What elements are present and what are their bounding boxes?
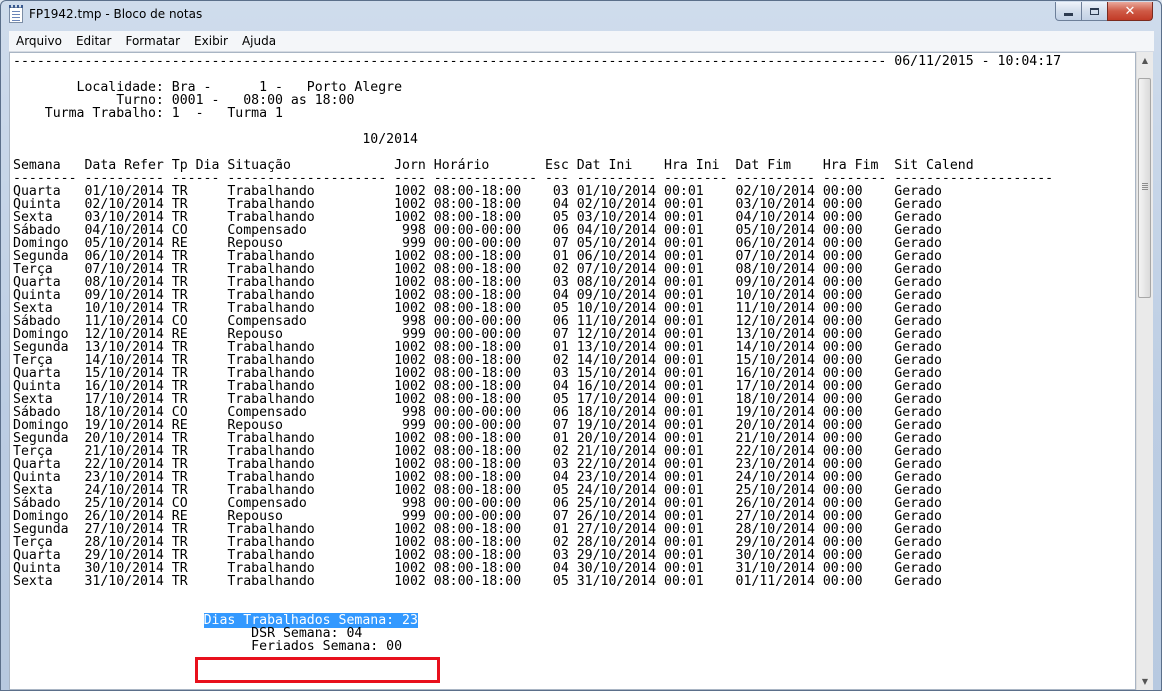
document-text[interactable]: ----------------------------------------…: [13, 55, 1061, 653]
window-title: FP1942.tmp - Bloco de notas: [29, 7, 203, 21]
menu-ajuda[interactable]: Ajuda: [235, 34, 283, 48]
maximize-button[interactable]: [1081, 2, 1108, 21]
scroll-down-arrow-icon[interactable]: ▼: [1137, 673, 1153, 690]
turma-line: Turma Trabalho: 1 - Turma 1: [13, 106, 283, 121]
table-row: Sexta 31/10/2014 TR Trabalhando 1002 08:…: [13, 574, 942, 589]
header-rule: ----------------------------------------…: [13, 54, 1062, 69]
calendar-rows: Quarta 01/10/2014 TR Trabalhando 1002 08…: [13, 185, 1061, 588]
menu-exibir[interactable]: Exibir: [187, 34, 235, 48]
title-bar[interactable]: FP1942.tmp - Bloco de notas ✕: [1, 1, 1161, 29]
text-editor-area[interactable]: ----------------------------------------…: [9, 52, 1136, 690]
minimize-icon: [1064, 13, 1073, 16]
scroll-up-arrow-icon[interactable]: ▲: [1137, 52, 1153, 69]
vertical-scrollbar[interactable]: ▲ ▼: [1136, 52, 1153, 690]
notepad-window: FP1942.tmp - Bloco de notas ✕ Arquivo Ed…: [0, 0, 1162, 691]
grip-icon: [1142, 183, 1148, 190]
close-button[interactable]: ✕: [1107, 2, 1153, 21]
highlight-box: [195, 657, 440, 683]
periodo-line: 10/2014: [13, 132, 418, 147]
scroll-thumb[interactable]: [1138, 78, 1151, 298]
menu-bar: Arquivo Editar Formatar Exibir Ajuda: [9, 31, 1154, 52]
maximize-icon: [1090, 7, 1099, 15]
menu-editar[interactable]: Editar: [69, 34, 119, 48]
feriados-line: Feriados Semana: 00: [13, 639, 403, 654]
menu-arquivo[interactable]: Arquivo: [9, 34, 69, 48]
close-icon: ✕: [1124, 3, 1136, 19]
minimize-button[interactable]: [1055, 2, 1082, 21]
menu-formatar[interactable]: Formatar: [118, 34, 187, 48]
notepad-icon: [9, 5, 23, 23]
